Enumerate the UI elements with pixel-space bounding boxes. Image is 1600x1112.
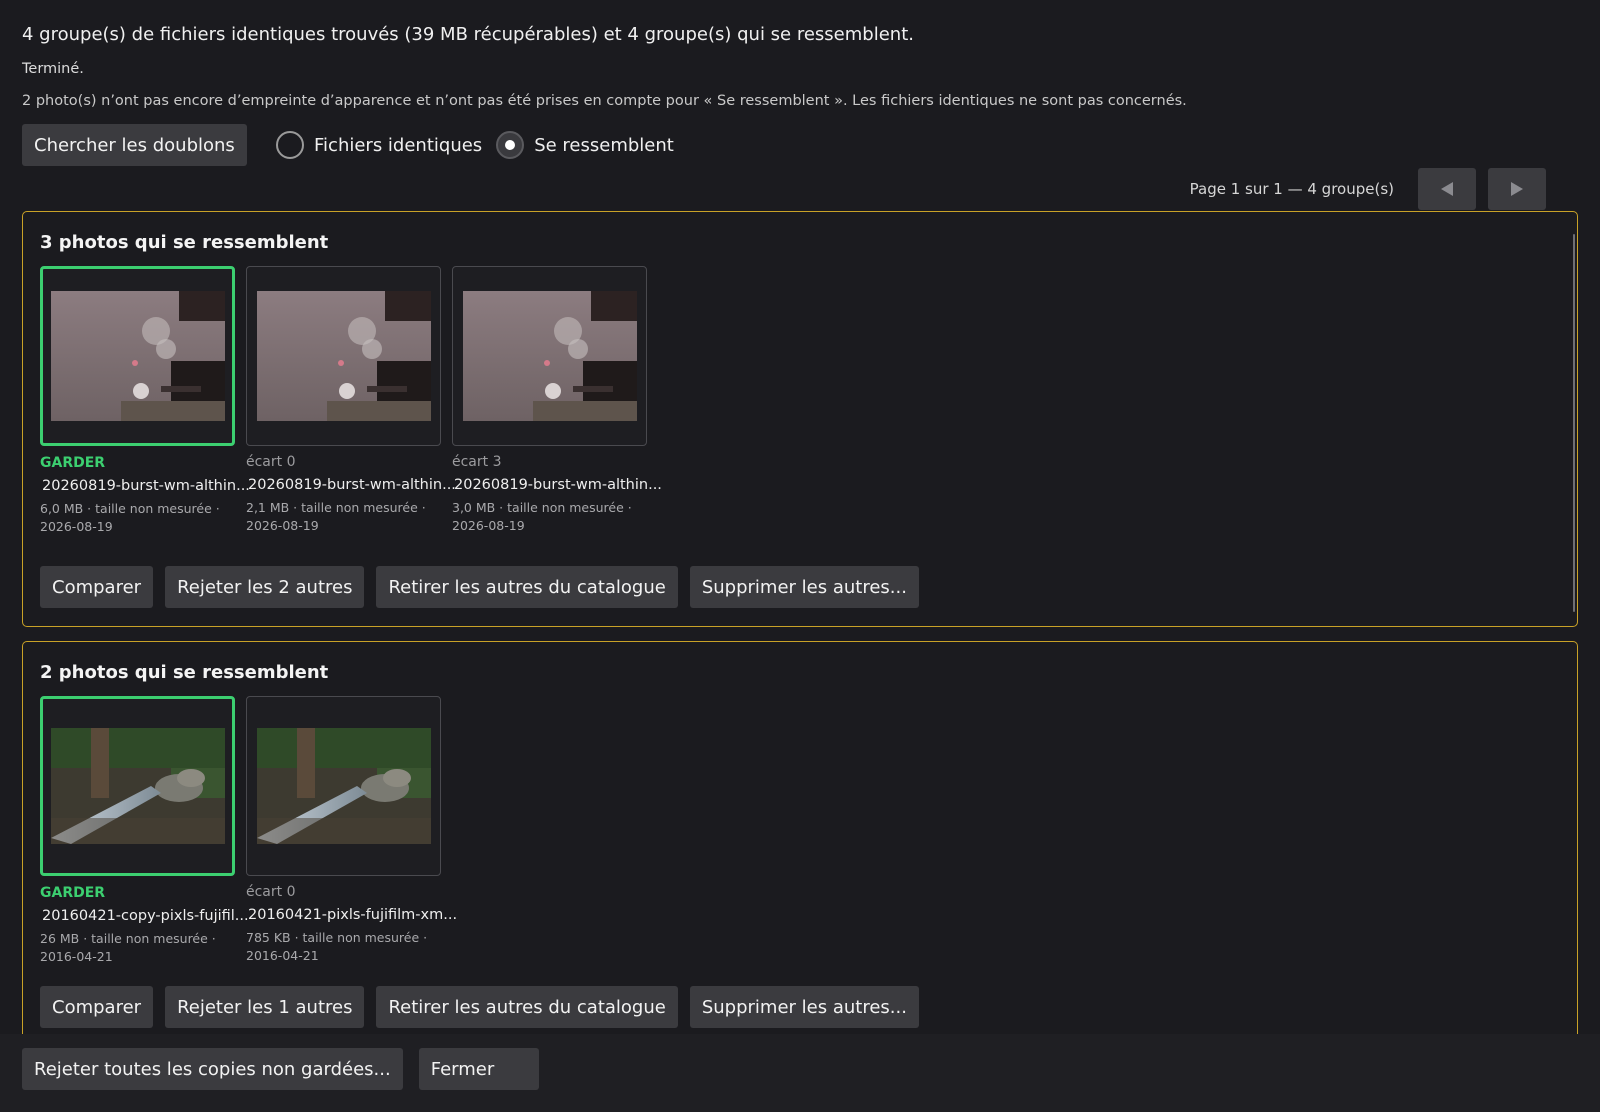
reject-others-button[interactable]: Rejeter les 1 autres: [165, 986, 365, 1028]
delete-others-button[interactable]: Supprimer les autres...: [689, 986, 919, 1028]
photo-filename: 20260819-burst-wm-althin...: [42, 478, 250, 494]
radio-identical-label: Fichiers identiques: [314, 134, 483, 156]
photo-thumbnail[interactable]: [246, 266, 441, 446]
pagination: Page 1 sur 1 — 4 groupe(s): [1190, 168, 1546, 210]
photo-thumbnail[interactable]: [246, 696, 441, 876]
difference-label: écart 0: [246, 884, 296, 900]
radio-similar-label: Se ressemblent: [534, 134, 674, 156]
compare-button[interactable]: Comparer: [40, 986, 154, 1028]
photo-size: 6,0 MB · taille non mesurée ·: [40, 501, 220, 516]
photo-card: écart 0 20160421-pixls-fujifilm-xm... 78…: [246, 696, 458, 965]
next-page-button[interactable]: [1488, 168, 1546, 210]
photo-meta: 6,0 MB · taille non mesurée · 2026-08-19: [40, 500, 235, 536]
compare-button[interactable]: Comparer: [40, 566, 154, 608]
mode-radio-group: Fichiers identiques Se ressemblent: [276, 131, 688, 159]
photo-card: GARDER 20260819-burst-wm-althin... 6,0 M…: [40, 266, 250, 536]
results-summary: 4 groupe(s) de fichiers identiques trouv…: [22, 24, 914, 45]
keep-badge: GARDER: [40, 455, 106, 471]
radio-similar[interactable]: Se ressemblent: [496, 131, 674, 159]
scrollbar[interactable]: [1573, 234, 1575, 612]
triangle-right-icon: [1511, 182, 1523, 196]
footer-actions: Rejeter toutes les copies non gardées...…: [22, 1048, 555, 1090]
photo-thumbnail[interactable]: [40, 696, 235, 876]
photo-meta: 26 MB · taille non mesurée · 2016-04-21: [40, 930, 235, 966]
photo-filename: 20160421-pixls-fujifilm-xm...: [248, 907, 458, 923]
close-button[interactable]: Fermer: [418, 1048, 539, 1090]
radio-identical-files[interactable]: Fichiers identiques: [276, 131, 482, 159]
photo-image: [256, 291, 431, 421]
photo-size: 2,1 MB · taille non mesurée ·: [246, 500, 426, 515]
radio-checked-icon[interactable]: [496, 131, 525, 159]
similar-group: 3 photos qui se ressemblent GARDER 20260…: [22, 211, 1578, 627]
photo-image: [256, 728, 431, 844]
photo-date: 2026-08-19: [452, 518, 525, 533]
triangle-left-icon: [1441, 182, 1453, 196]
photo-image: [50, 291, 225, 421]
photo-card: écart 0 20260819-burst-wm-althin... 2,1 …: [246, 266, 456, 535]
radio-dot-icon: [505, 140, 516, 150]
fingerprint-notice: 2 photo(s) n’ont pas encore d’empreinte …: [22, 93, 1187, 109]
photo-date: 2026-08-19: [246, 518, 319, 533]
photo-date: 2016-04-21: [246, 948, 319, 963]
photo-thumbnail[interactable]: [40, 266, 235, 446]
group-actions: Comparer Rejeter les 2 autres Retirer le…: [40, 566, 931, 608]
remove-from-catalog-button[interactable]: Retirer les autres du catalogue: [376, 986, 678, 1028]
photo-size: 785 KB · taille non mesurée ·: [246, 930, 428, 945]
photo-filename: 20260819-burst-wm-althin...: [248, 477, 456, 493]
search-duplicates-button[interactable]: Chercher les doublons: [22, 124, 247, 166]
radio-unchecked-icon[interactable]: [276, 131, 304, 159]
difference-label: écart 0: [246, 454, 296, 470]
group-title: 3 photos qui se ressemblent: [40, 232, 329, 253]
photo-image: [462, 291, 637, 421]
photo-thumbnail[interactable]: [452, 266, 647, 446]
delete-others-button[interactable]: Supprimer les autres...: [689, 566, 919, 608]
previous-page-button[interactable]: [1418, 168, 1476, 210]
photo-image: [50, 728, 225, 844]
photo-card: GARDER 20160421-copy-pixls-fujifil... 26…: [40, 696, 249, 966]
reject-all-unkept-button[interactable]: Rejeter toutes les copies non gardées...: [22, 1048, 403, 1090]
pagination-text: Page 1 sur 1 — 4 groupe(s): [1189, 180, 1394, 198]
photo-size: 3,0 MB · taille non mesurée ·: [452, 500, 632, 515]
photo-filename: 20160421-copy-pixls-fujifil...: [42, 908, 249, 924]
photo-date: 2026-08-19: [40, 519, 113, 534]
photo-card: écart 3 20260819-burst-wm-althin... 3,0 …: [452, 266, 662, 535]
photo-meta: 3,0 MB · taille non mesurée · 2026-08-19: [452, 499, 647, 535]
photo-date: 2016-04-21: [40, 949, 113, 964]
keep-badge: GARDER: [40, 885, 106, 901]
photo-filename: 20260819-burst-wm-althin...: [454, 477, 662, 493]
group-title: 2 photos qui se ressemblent: [40, 662, 329, 683]
status-text: Terminé.: [22, 61, 84, 77]
group-actions: Comparer Rejeter les 1 autres Retirer le…: [40, 986, 931, 1028]
reject-others-button[interactable]: Rejeter les 2 autres: [165, 566, 365, 608]
difference-label: écart 3: [452, 454, 502, 470]
photo-meta: 2,1 MB · taille non mesurée · 2026-08-19: [246, 499, 441, 535]
photo-size: 26 MB · taille non mesurée ·: [40, 931, 216, 946]
similar-group: 2 photos qui se ressemblent GARDER 20160…: [22, 641, 1578, 1041]
photo-meta: 785 KB · taille non mesurée · 2016-04-21: [246, 929, 441, 965]
remove-from-catalog-button[interactable]: Retirer les autres du catalogue: [376, 566, 678, 608]
